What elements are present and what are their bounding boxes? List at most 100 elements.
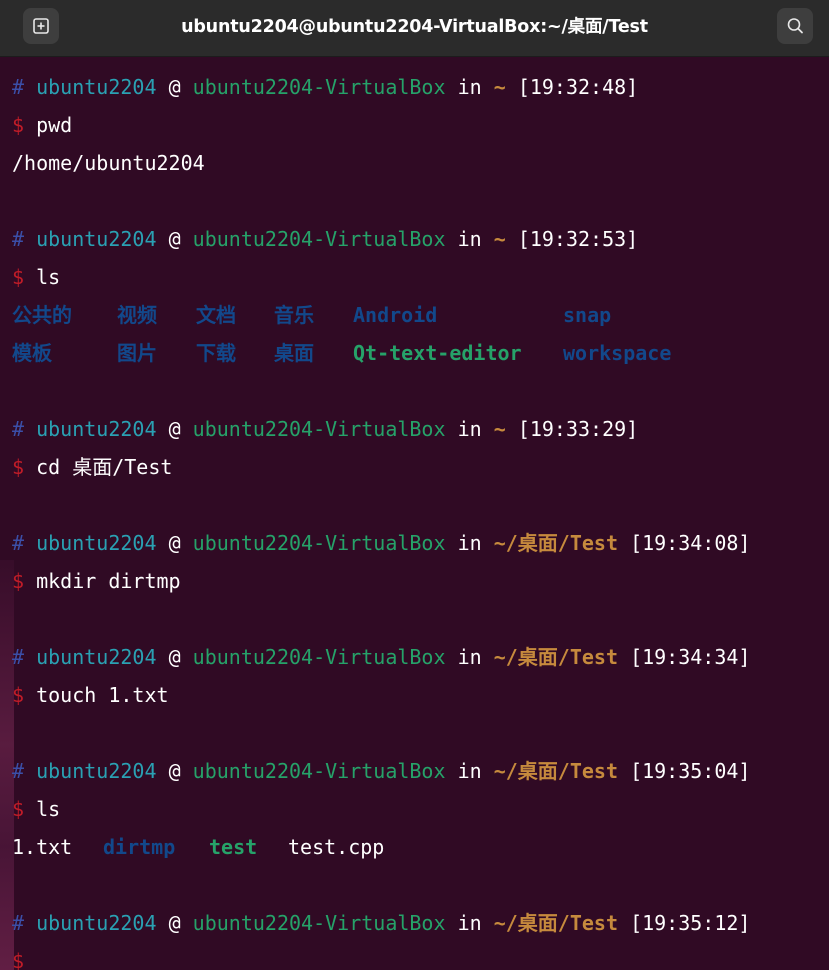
ls-entry-dir: 文档 — [196, 303, 236, 327]
command-line[interactable]: $ — [12, 944, 36, 970]
prompt-user: ubuntu2204 — [36, 911, 157, 935]
prompt-user: ubuntu2204 — [36, 759, 157, 783]
prompt-dollar: $ — [12, 265, 25, 289]
prompt-hash: # — [12, 759, 25, 783]
ls-entry-dir: 公共的 — [12, 303, 72, 327]
prompt-line: # ubuntu2204 @ ubuntu2204-VirtualBox in … — [12, 906, 750, 940]
prompt-time: [19:35:12] — [630, 911, 751, 935]
prompt-path: ~/桌面/Test — [493, 531, 619, 555]
prompt-at: @ — [168, 417, 181, 441]
prompt-in: in — [457, 759, 482, 783]
prompt-user: ubuntu2204 — [36, 417, 157, 441]
ls-entry-file: 1.txt — [12, 835, 73, 859]
ls-entry-dir: Android — [353, 303, 438, 327]
prompt-in: in — [457, 645, 482, 669]
prompt-line: # ubuntu2204 @ ubuntu2204-VirtualBox in … — [12, 526, 750, 560]
prompt-in: in — [457, 227, 482, 251]
ls-entry-dir: 视频 — [117, 303, 157, 327]
command-line: $ ls — [12, 792, 60, 826]
output-line: /home/ubuntu2204 — [12, 146, 205, 180]
prompt-path: ~ — [493, 75, 506, 99]
ls-entry-exec: test — [209, 835, 258, 859]
search-icon — [787, 18, 803, 34]
command-text: mkdir dirtmp — [36, 569, 181, 593]
prompt-user: ubuntu2204 — [36, 227, 157, 251]
prompt-time: [19:34:08] — [630, 531, 751, 555]
command-line: $ mkdir dirtmp — [12, 564, 181, 598]
prompt-host: ubuntu2204-VirtualBox — [192, 759, 446, 783]
prompt-time: [19:33:29] — [517, 417, 639, 441]
prompt-host: ubuntu2204-VirtualBox — [192, 75, 446, 99]
title-bar: ubuntu2204@ubuntu2204-VirtualBox:~/桌面/Te… — [0, 0, 829, 57]
prompt-hash: # — [12, 911, 25, 935]
prompt-hash: # — [12, 531, 25, 555]
ls-entry-dir: 图片 — [117, 341, 157, 365]
prompt-line: # ubuntu2204 @ ubuntu2204-VirtualBox in … — [12, 640, 750, 674]
command-line: $ pwd — [12, 108, 72, 142]
window-title: ubuntu2204@ubuntu2204-VirtualBox:~/桌面/Te… — [181, 17, 648, 37]
prompt-host: ubuntu2204-VirtualBox — [192, 417, 446, 441]
prompt-path: ~/桌面/Test — [493, 645, 619, 669]
prompt-host: ubuntu2204-VirtualBox — [192, 645, 446, 669]
prompt-hash: # — [12, 417, 25, 441]
prompt-dollar: $ — [12, 569, 25, 593]
prompt-time: [19:35:04] — [630, 759, 751, 783]
command-line: $ cd 桌面/Test — [12, 450, 172, 484]
prompt-user: ubuntu2204 — [36, 531, 157, 555]
prompt-host: ubuntu2204-VirtualBox — [192, 531, 446, 555]
prompt-time: [19:32:48] — [517, 75, 639, 99]
prompt-at: @ — [168, 531, 181, 555]
command-line: $ ls — [12, 260, 60, 294]
command-text: touch 1.txt — [36, 683, 169, 707]
prompt-dollar: $ — [12, 113, 25, 137]
prompt-at: @ — [168, 645, 181, 669]
command-text: ls — [36, 265, 61, 289]
ls-entry-dir: 模板 — [12, 341, 52, 365]
prompt-hash: # — [12, 645, 25, 669]
prompt-dollar: $ — [12, 797, 25, 821]
command-text: cd 桌面/Test — [36, 455, 173, 479]
prompt-in: in — [457, 911, 482, 935]
prompt-dollar: $ — [12, 949, 25, 970]
prompt-hash: # — [12, 227, 25, 251]
terminal-output[interactable]: # ubuntu2204 @ ubuntu2204-VirtualBox in … — [0, 57, 829, 970]
prompt-time: [19:32:53] — [517, 227, 639, 251]
prompt-hash: # — [12, 75, 25, 99]
prompt-path: ~/桌面/Test — [493, 911, 619, 935]
prompt-time: [19:34:34] — [630, 645, 751, 669]
prompt-path: ~ — [493, 227, 506, 251]
command-line: $ touch 1.txt — [12, 678, 169, 712]
prompt-dollar: $ — [12, 455, 25, 479]
prompt-path: ~/桌面/Test — [493, 759, 619, 783]
ls-entry-file: test.cpp — [288, 835, 385, 859]
prompt-at: @ — [168, 75, 181, 99]
prompt-at: @ — [168, 759, 181, 783]
prompt-in: in — [457, 531, 482, 555]
command-text: ls — [36, 797, 61, 821]
prompt-line: # ubuntu2204 @ ubuntu2204-VirtualBox in … — [12, 754, 750, 788]
prompt-line: # ubuntu2204 @ ubuntu2204-VirtualBox in … — [12, 70, 638, 104]
prompt-dollar: $ — [12, 683, 25, 707]
prompt-in: in — [457, 417, 482, 441]
ls-entry-exec: Qt-text-editor — [353, 341, 522, 365]
prompt-host: ubuntu2204-VirtualBox — [192, 911, 446, 935]
ls-entry-dir: snap — [563, 303, 612, 327]
prompt-line: # ubuntu2204 @ ubuntu2204-VirtualBox in … — [12, 412, 638, 446]
prompt-user: ubuntu2204 — [36, 75, 157, 99]
prompt-in: in — [457, 75, 482, 99]
prompt-line: # ubuntu2204 @ ubuntu2204-VirtualBox in … — [12, 222, 638, 256]
prompt-path: ~ — [493, 417, 506, 441]
ls-entry-dir: 音乐 — [274, 303, 314, 327]
ls-entry-dir: workspace — [563, 341, 672, 365]
ls-entry-dir: 桌面 — [274, 341, 314, 365]
prompt-host: ubuntu2204-VirtualBox — [192, 227, 446, 251]
ls-entry-dir: 下载 — [196, 341, 236, 365]
prompt-user: ubuntu2204 — [36, 645, 157, 669]
command-text: pwd — [36, 113, 73, 137]
output-text: /home/ubuntu2204 — [12, 151, 205, 175]
search-button[interactable] — [777, 8, 813, 44]
ls-entry-dir: dirtmp — [103, 835, 176, 859]
prompt-at: @ — [168, 227, 181, 251]
prompt-at: @ — [168, 911, 181, 935]
terminal-window: ubuntu2204@ubuntu2204-VirtualBox:~/桌面/Te… — [0, 0, 829, 970]
